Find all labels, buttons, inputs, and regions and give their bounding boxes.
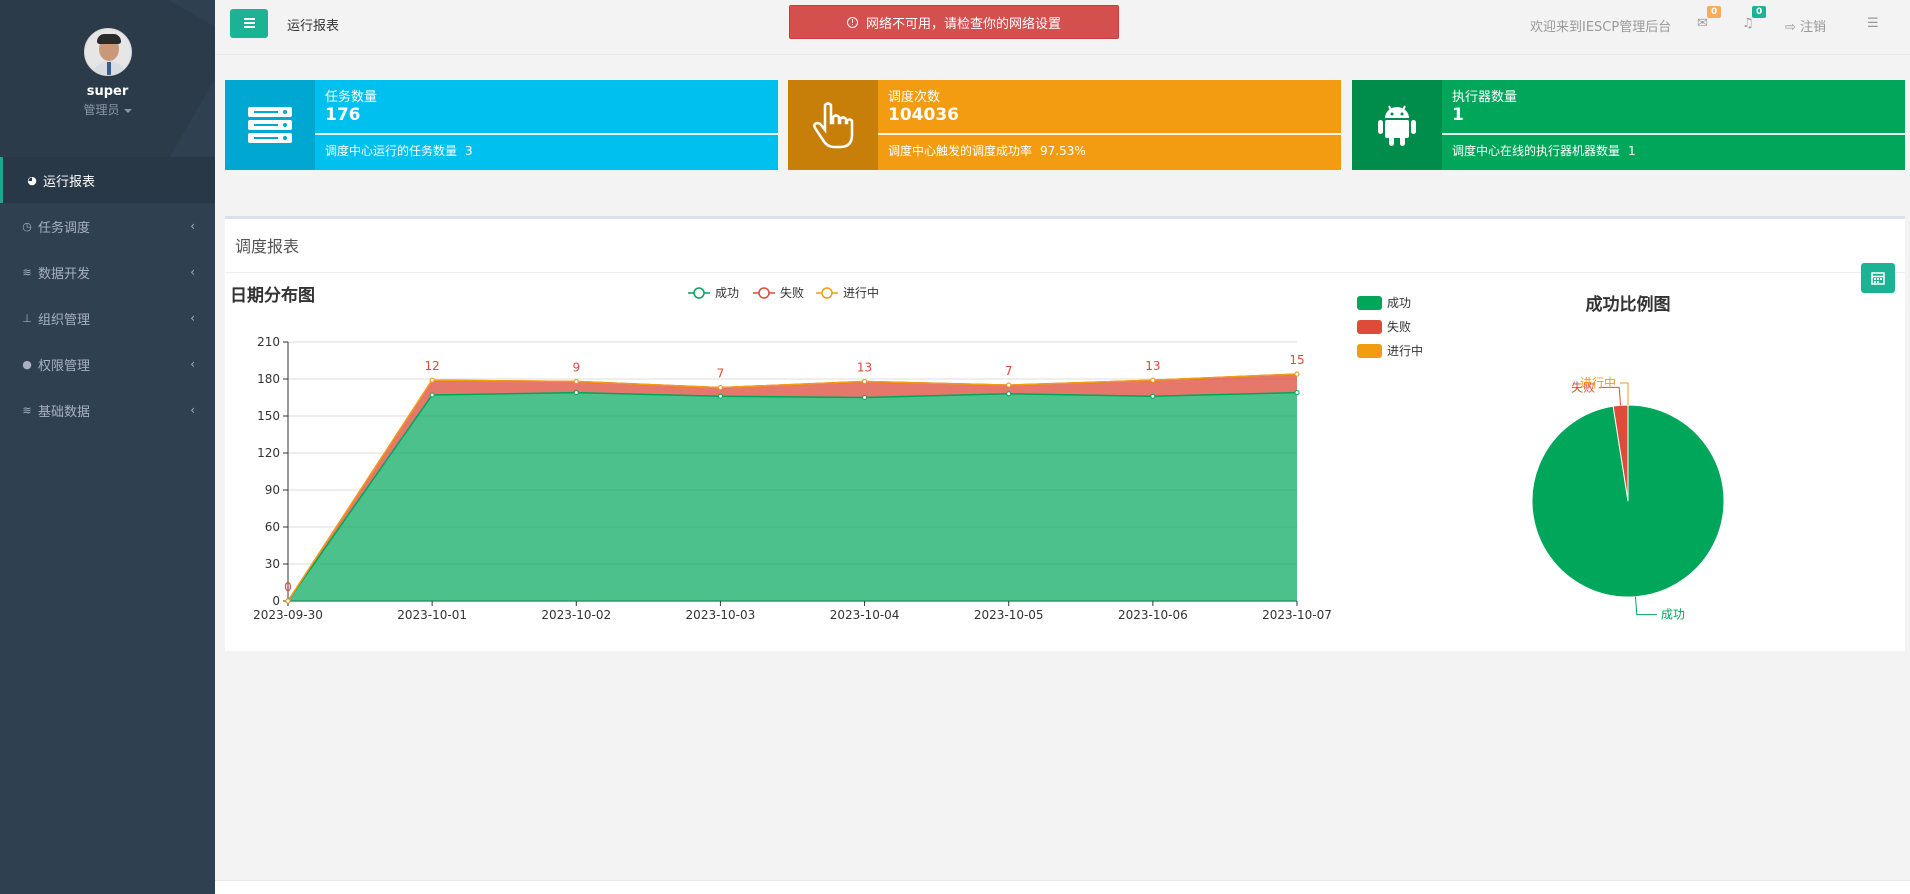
stat-desc-value: 1: [1628, 144, 1636, 158]
sidebar-item-basic-data[interactable]: ≋ 基础数据 ‹: [0, 387, 215, 433]
chevron-left-icon: ‹: [190, 403, 195, 417]
top-navbar: 运行报表 ! 网络不可用，请检查你的网络设置 欢迎来到IESCP管理后台 ✉ 0…: [215, 0, 1910, 55]
sidebar-item-label: 运行报表: [43, 174, 96, 190]
stat-desc-text: 调度中心在线的执行器机器数量: [1452, 144, 1621, 158]
user-icon: ●: [22, 357, 32, 371]
envelope-icon: ✉: [1697, 16, 1708, 31]
sidebar-item-permission[interactable]: ● 权限管理 ‹: [0, 341, 215, 387]
database-icon: ≋: [22, 265, 32, 279]
role-dropdown[interactable]: 管理员: [0, 101, 215, 118]
stat-label: 任务数量: [325, 90, 378, 105]
notification-button[interactable]: ♫ 0: [1742, 6, 1767, 31]
dashboard-icon: ◕: [27, 173, 37, 187]
report-panel: 调度报表: [225, 216, 1905, 651]
tasks-icon: ☰: [1867, 16, 1879, 31]
stat-desc: 调度中心触发的调度成功率 97.53%: [888, 142, 1086, 159]
sidebar-item-report[interactable]: ◕ 运行报表: [0, 157, 215, 203]
database-icon: ≋: [22, 403, 32, 417]
sitemap-icon: ⊥: [22, 311, 32, 325]
warning-icon: !: [846, 16, 858, 28]
stat-value: 104036: [888, 105, 959, 125]
chevron-left-icon: ‹: [190, 219, 195, 233]
welcome-text: 欢迎来到IESCP管理后台: [1530, 20, 1672, 35]
bell-count-badge: 0: [1752, 6, 1767, 18]
sidebar: super 管理员 ◕ 运行报表 ◷ 任务调度 ‹ ≋ 数据开发 ‹ ⊥ 组织管…: [0, 0, 215, 894]
stat-desc-value: 3: [465, 144, 473, 158]
sidebar-item-label: 权限管理: [38, 358, 91, 374]
stat-desc-text: 调度中心运行的任务数量: [325, 144, 458, 158]
stat-label: 执行器数量: [1452, 90, 1518, 105]
stat-desc-value: 97.53%: [1040, 144, 1086, 158]
sidebar-item-data-dev[interactable]: ≋ 数据开发 ‹: [0, 249, 215, 295]
server-icon: [225, 80, 315, 170]
right-sidebar-toggle[interactable]: ☰: [1867, 16, 1879, 31]
chevron-left-icon: ‹: [190, 357, 195, 371]
sidebar-item-org[interactable]: ⊥ 组织管理 ‹: [0, 295, 215, 341]
stat-desc: 调度中心在线的执行器机器数量 1: [1452, 142, 1636, 159]
mail-count-badge: 0: [1707, 6, 1722, 18]
page-tab[interactable]: 运行报表: [287, 15, 339, 34]
mail-button[interactable]: ✉ 0: [1697, 6, 1722, 31]
hand-pointer-icon: [788, 80, 878, 170]
android-icon: [1352, 80, 1442, 170]
network-alert: ! 网络不可用，请检查你的网络设置: [789, 5, 1119, 39]
username[interactable]: super: [0, 84, 215, 99]
stat-dispatch-count: 调度次数 104036 调度中心触发的调度成功率 97.53%: [788, 80, 1341, 170]
chevron-left-icon: ‹: [190, 265, 195, 279]
sidebar-item-label: 任务调度: [38, 220, 91, 236]
stat-label: 调度次数: [888, 90, 941, 105]
footer: [215, 880, 1910, 894]
role-label: 管理员: [83, 103, 120, 117]
calendar-icon: [1871, 272, 1885, 285]
panel-title: 调度报表: [235, 237, 300, 256]
caret-down-icon: [123, 108, 132, 113]
sign-out-icon: ⇨: [1785, 20, 1796, 35]
date-filter-button[interactable]: [1861, 263, 1895, 293]
bell-icon: ♫: [1742, 16, 1754, 31]
avatar[interactable]: [83, 28, 132, 76]
sidebar-item-label: 基础数据: [38, 404, 91, 420]
menu-toggle-button[interactable]: [230, 9, 268, 38]
logout-label: 注销: [1800, 20, 1827, 35]
chevron-left-icon: ‹: [190, 311, 195, 325]
stat-executor-count: 执行器数量 1 调度中心在线的执行器机器数量 1: [1352, 80, 1905, 170]
sidebar-item-label: 组织管理: [38, 312, 91, 328]
alert-text: 网络不可用，请检查你的网络设置: [865, 16, 1061, 32]
stat-desc: 调度中心运行的任务数量 3: [325, 142, 473, 159]
sidebar-item-label: 数据开发: [38, 266, 91, 282]
clock-icon: ◷: [22, 219, 32, 233]
stat-value: 176: [325, 105, 361, 125]
stat-task-count: 任务数量 176 调度中心运行的任务数量 3: [225, 80, 778, 170]
sidebar-item-task-schedule[interactable]: ◷ 任务调度 ‹: [0, 203, 215, 249]
stat-value: 1: [1452, 105, 1464, 125]
logout-link[interactable]: ⇨ 注销: [1785, 16, 1826, 35]
profile: super 管理员: [0, 0, 215, 157]
stat-desc-text: 调度中心触发的调度成功率: [888, 144, 1033, 158]
